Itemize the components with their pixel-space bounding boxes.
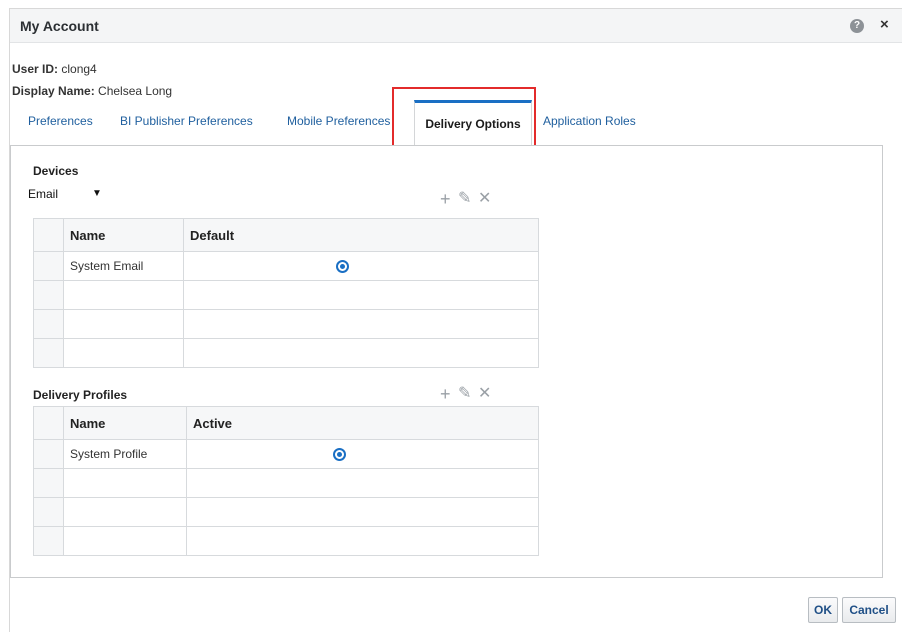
tab-application-roles[interactable]: Application Roles	[543, 114, 636, 128]
row-selector[interactable]	[33, 280, 64, 310]
table-header-row: Name Default	[33, 218, 539, 252]
add-icon[interactable]: +	[440, 190, 451, 208]
tab-mobile-preferences[interactable]: Mobile Preferences	[287, 114, 390, 128]
default-cell	[183, 251, 539, 281]
table-row[interactable]	[33, 280, 539, 310]
profile-name	[63, 468, 187, 498]
row-selector[interactable]	[33, 251, 64, 281]
device-name: System Email	[63, 251, 184, 281]
column-header-name: Name	[63, 218, 184, 252]
table-row[interactable]	[33, 526, 539, 556]
ok-button[interactable]: OK	[808, 597, 838, 623]
table-row[interactable]: System Profile	[33, 439, 539, 469]
column-header-default: Default	[183, 218, 539, 252]
active-cell	[186, 526, 539, 556]
default-cell	[183, 309, 539, 339]
dialog-titlebar: My Account ? ×	[10, 9, 902, 43]
row-selector[interactable]	[33, 439, 64, 469]
user-id-label: User ID:	[12, 62, 59, 76]
table-row[interactable]	[33, 338, 539, 368]
devices-label: Devices	[33, 164, 79, 178]
devices-table: Name Default System Email	[33, 218, 539, 368]
display-name-value: Chelsea Long	[98, 84, 173, 98]
device-type-select[interactable]: Email ▼	[26, 184, 110, 206]
default-cell	[183, 338, 539, 368]
user-id: User ID: clong4	[12, 62, 97, 76]
row-selector-header	[33, 406, 64, 440]
row-selector[interactable]	[33, 338, 64, 368]
device-name	[63, 338, 184, 368]
display-name-label: Display Name:	[12, 84, 95, 98]
dialog-title: My Account	[20, 18, 99, 34]
active-cell	[186, 439, 539, 469]
table-row[interactable]	[33, 309, 539, 339]
tab-bi-publisher-preferences[interactable]: BI Publisher Preferences	[120, 114, 253, 128]
column-header-name: Name	[63, 406, 187, 440]
profile-name	[63, 497, 187, 527]
active-cell	[186, 497, 539, 527]
user-id-value: clong4	[61, 62, 97, 76]
table-header-row: Name Active	[33, 406, 539, 440]
active-radio[interactable]	[333, 448, 346, 462]
delivery-profiles-label: Delivery Profiles	[33, 388, 128, 402]
close-icon[interactable]: ×	[880, 16, 889, 34]
default-cell	[183, 280, 539, 310]
devices-toolbar: + ✎ ✕	[440, 190, 500, 208]
column-header-active: Active	[186, 406, 539, 440]
cancel-button[interactable]: Cancel	[842, 597, 896, 623]
tab-preferences[interactable]: Preferences	[28, 114, 93, 128]
help-icon[interactable]: ?	[850, 19, 864, 33]
tab-highlight-box	[392, 87, 536, 151]
add-icon[interactable]: +	[440, 385, 451, 403]
profiles-toolbar: + ✎ ✕	[440, 385, 500, 403]
default-radio[interactable]	[336, 260, 349, 274]
profile-name: System Profile	[63, 439, 187, 469]
profile-name	[63, 526, 187, 556]
chevron-down-icon: ▼	[92, 188, 102, 199]
delete-icon[interactable]: ✕	[478, 190, 491, 208]
edit-icon[interactable]: ✎	[458, 190, 471, 208]
row-selector[interactable]	[33, 309, 64, 339]
table-row[interactable]	[33, 468, 539, 498]
active-cell	[186, 468, 539, 498]
row-selector[interactable]	[33, 497, 64, 527]
delivery-profiles-table: Name Active System Profile	[33, 406, 539, 556]
display-name: Display Name: Chelsea Long	[12, 84, 172, 98]
table-row[interactable]: System Email	[33, 251, 539, 281]
row-selector[interactable]	[33, 526, 64, 556]
table-row[interactable]	[33, 497, 539, 527]
edit-icon[interactable]: ✎	[458, 385, 471, 403]
row-selector-header	[33, 218, 64, 252]
device-name	[63, 280, 184, 310]
device-name	[63, 309, 184, 339]
device-type-value: Email	[28, 187, 59, 201]
delete-icon[interactable]: ✕	[478, 385, 491, 403]
row-selector[interactable]	[33, 468, 64, 498]
